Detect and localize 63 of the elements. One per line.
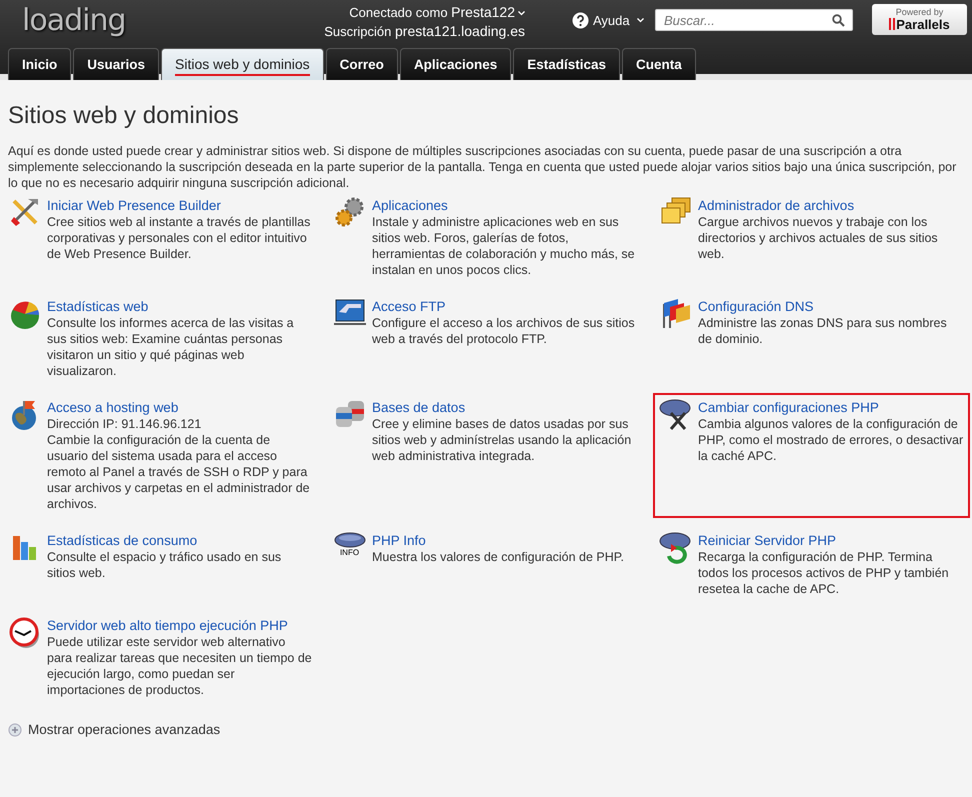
tool-description: Cree y elimine bases de datos usadas por sus sitios web y adminístrelas usando la aplicación web administrativa integrada. — [372, 416, 632, 464]
tool-link[interactable]: Configuración DNS — [698, 298, 964, 315]
php-reload-icon — [658, 532, 692, 564]
php-icon — [334, 532, 366, 548]
search-icon[interactable] — [832, 14, 845, 27]
tool-link[interactable]: Administrador de archivos — [698, 196, 964, 214]
tool-link[interactable]: PHP Info — [372, 532, 624, 549]
ip-address: Dirección IP: 91.146.96.121 — [47, 416, 202, 432]
subscription-label: Suscripción — [324, 24, 392, 39]
tool-link[interactable]: Servidor web alto tiempo ejecución PHP — [47, 616, 313, 634]
icon-label: INFO — [340, 548, 360, 557]
tool-link[interactable]: Bases de datos — [372, 398, 638, 416]
tool-description: Cambia algunos valores de la configuración de PHP, como el mostrado de errores, o desactivar la caché APC. — [698, 416, 964, 464]
caret-icon[interactable] — [518, 11, 525, 16]
user-label: Conectado como — [349, 5, 449, 20]
user-menu[interactable]: Presta122 — [451, 4, 515, 20]
help-icon[interactable] — [572, 12, 589, 30]
bars-icon — [889, 18, 896, 30]
nav-tab[interactable]: Cuenta — [622, 48, 696, 80]
gears-icon — [334, 196, 366, 227]
tool-description: Cargue archivos nuevos y trabaje con los directorios y archivos actuales de sus sitios web. — [698, 214, 939, 262]
advanced-link[interactable]: Mostrar operaciones avanzadas — [28, 720, 220, 740]
tool-link[interactable]: Iniciar Web Presence Builder — [47, 196, 313, 214]
clock-icon — [8, 616, 40, 649]
brand-name: Parallels — [896, 19, 950, 31]
expand-icon[interactable] — [8, 722, 22, 737]
tool-description: Cree sitios web al instante a través de plantillas corporativas y personales con el editor intuitivo de Web Presence Builder. — [47, 214, 312, 262]
nav-tab[interactable]: Estadísticas — [513, 48, 620, 80]
tool-description: Puede utilizar este servidor web alternativo para realizar tareas que necesiten un tiempo de ejecución largo, como puedan ser importaciones de productos. — [47, 634, 313, 698]
nav-tab[interactable]: Aplicaciones — [400, 48, 512, 80]
database-icon — [334, 398, 366, 429]
nav-tab[interactable]: Inicio — [8, 48, 72, 80]
page-title: Sitios web y dominios — [8, 102, 240, 131]
tool-description: Consulte el espacio y tráfico usado en sus sitios web. — [47, 548, 282, 581]
logo[interactable]: loading — [22, 2, 126, 40]
search-field[interactable]: Buscar... — [655, 9, 853, 31]
tool-description: Muestra los valores de configuración de PHP. — [372, 548, 624, 565]
tool-description: Configure el acceso a los archivos de sus sitios web a través del protocolo FTP. — [372, 314, 636, 347]
tool-link[interactable]: Cambiar configuraciones PHP — [698, 398, 964, 416]
folders-icon — [660, 196, 692, 225]
subscription-menu[interactable]: presta121.loading.es — [395, 23, 525, 39]
tool-description: Instale y administre aplicaciones web en sus sitios web. Foros, galerías de fotos, herramientas de colaboración y mucho más, se instalan en unos pocos clics. — [372, 214, 636, 278]
powered-by-badge[interactable]: Powered by Parallels — [872, 4, 967, 35]
tool-description: Cambie la configuración de la cuenta de usuario del sistema usada para el acceso remoto al Panel a través de SSH o RDP y para usar archivos y carpetas en el administrador de archivos. — [47, 432, 311, 512]
tool-link[interactable]: Estadísticas web — [47, 298, 313, 315]
tool-link[interactable]: Estadísticas de consumo — [47, 532, 313, 549]
powered-by-text: Powered by — [894, 6, 944, 18]
help-menu[interactable]: Ayuda — [593, 11, 630, 30]
tool-link[interactable]: Reiniciar Servidor PHP — [698, 532, 964, 549]
tool-description: Administre las zonas DNS para sus nombres de dominio. — [698, 314, 948, 347]
tool-link[interactable]: Acceso FTP — [372, 298, 638, 315]
nav-tab[interactable]: Usuarios — [73, 48, 160, 80]
tool-link[interactable]: Acceso a hosting web — [47, 398, 313, 416]
tools-icon — [10, 196, 40, 227]
nav-tab[interactable]: Sitios web y dominios — [161, 48, 324, 80]
php-wrench-icon — [658, 398, 692, 431]
tool-description: Consulte los informes acerca de las visitas a sus sitios web: Examine cuántas personas visitaron un sitio y qué páginas web visualizaron. — [47, 314, 295, 379]
nav-tab[interactable]: Correo — [326, 48, 398, 80]
tool-description: Recarga la configuración de PHP. Termina todos los procesos activos de PHP y también resetea la cache de APC. — [698, 548, 950, 597]
intro-text: Aquí es donde usted puede crear y administrar sitios web. Si dispone de múltiples suscripciones asociadas con su cuenta, puede pasar de una suscripción a otra simplemente seleccionando la suscripción deseada en la parte superior de la pantalla. Tenga en cuenta que usted puede alojar varios sitios bajo una única suscripción, por lo que no es necesario adquirir ninguna suscripción adicional. — [8, 142, 958, 191]
tool-link[interactable]: Aplicaciones — [372, 196, 638, 214]
monitor-icon — [334, 298, 366, 328]
caret-icon[interactable] — [636, 18, 644, 24]
